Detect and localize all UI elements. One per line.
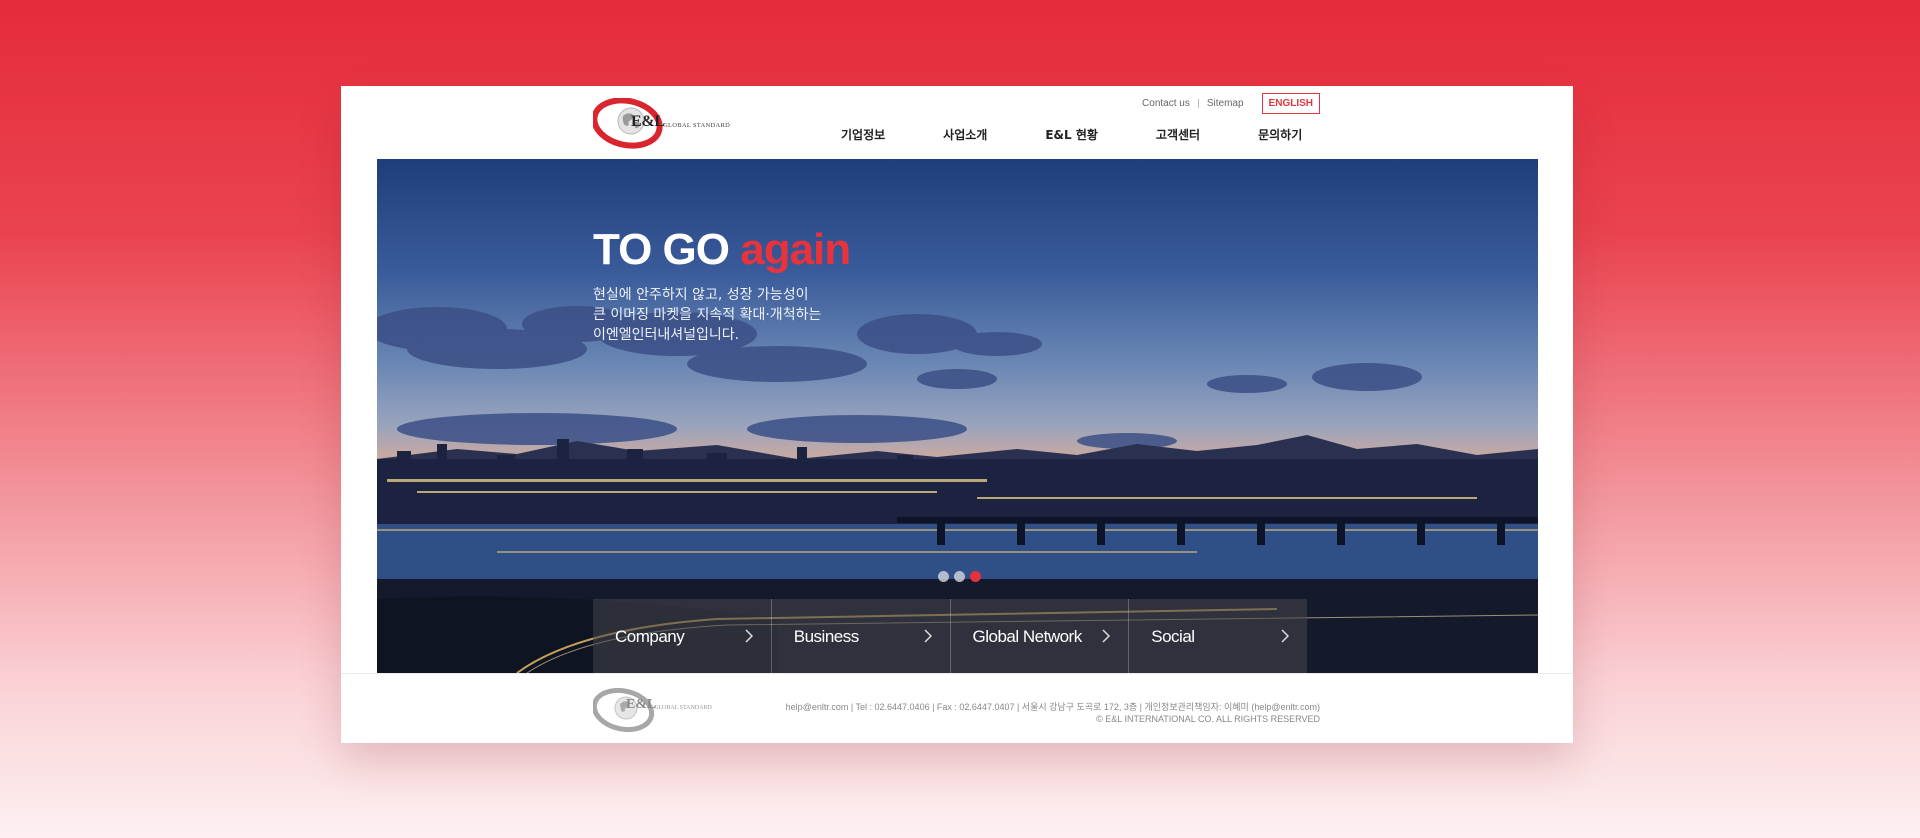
quick-link-label: Social	[1151, 627, 1195, 646]
chevron-right-icon	[923, 629, 932, 643]
quick-link-label: Company	[615, 627, 685, 646]
hero-description-line: 이엔엘인터내셔널입니다.	[593, 327, 740, 343]
nav-company-info[interactable]: 기업정보	[841, 126, 885, 143]
footer-logo-tagline: GLOBAL STANDARD	[654, 705, 712, 711]
quick-link-label: Global Network	[972, 627, 1083, 646]
nav-business[interactable]: 사업소개	[943, 126, 987, 143]
quick-link-label: Business	[793, 627, 859, 646]
hero-banner: TO GO again 현실에 안주하지 않고, 성장 가능성이 큰 이머징 마…	[377, 159, 1538, 673]
quick-link-social[interactable]: Social	[1129, 599, 1307, 673]
chevron-right-icon	[1281, 629, 1289, 643]
quick-link-business[interactable]: Business	[771, 599, 951, 673]
slide-dot-2[interactable]	[954, 571, 965, 582]
quick-link-company[interactable]: Company	[593, 599, 772, 673]
contact-us-link[interactable]: Contact us	[1142, 98, 1190, 109]
language-english-button[interactable]: ENGLISH	[1261, 92, 1320, 114]
hero-title: TO GO again	[593, 225, 851, 275]
city-night-scene-image	[377, 306, 1538, 673]
hero-description-line: 현실에 안주하지 않고, 성장 가능성이	[593, 287, 809, 303]
slide-dot-1[interactable]	[938, 571, 949, 582]
nav-inquiry[interactable]: 문의하기	[1258, 126, 1302, 143]
main-navigation: 기업정보 사업소개 E&L 현황 고객센터 문의하기	[841, 126, 1360, 143]
logo-wordmark: E&L	[631, 113, 665, 130]
sitemap-link[interactable]: Sitemap	[1207, 98, 1244, 109]
quick-link-global-network[interactable]: Global Network	[950, 599, 1130, 673]
footer-contact-line: help@enltr.com | Tel : 02.6447.0406 | Fa…	[785, 702, 1320, 712]
site-logo[interactable]: E&L GLOBAL STANDARD	[593, 98, 731, 150]
website-frame: E&L GLOBAL STANDARD Contact us Sitemap E…	[341, 86, 1573, 743]
nav-customer-center[interactable]: 고객센터	[1156, 126, 1200, 143]
hero-title-accent: again	[740, 225, 851, 274]
footer-logo[interactable]: E&L GLOBAL STANDARD	[593, 688, 715, 734]
slide-pagination	[938, 571, 986, 582]
hero-description: 현실에 안주하지 않고, 성장 가능성이 큰 이머징 마켓을 지속적 확대·개척…	[593, 285, 821, 345]
hero-description-line: 큰 이머징 마켓을 지속적 확대·개척하는	[593, 307, 822, 323]
divider	[1197, 98, 1199, 108]
chevron-right-icon	[745, 629, 753, 643]
utility-nav: Contact us Sitemap ENGLISH	[1142, 92, 1320, 114]
slide-dot-3[interactable]	[970, 571, 981, 582]
nav-status[interactable]: E&L 현황	[1045, 126, 1098, 143]
chevron-right-icon	[1102, 629, 1111, 643]
footer-logo-wordmark: E&L	[626, 697, 657, 712]
quick-links-bar: Company Business Global Network Social	[593, 599, 1307, 673]
site-footer: E&L GLOBAL STANDARD help@enltr.com | Tel…	[341, 673, 1573, 743]
footer-info: help@enltr.com | Tel : 02.6447.0406 | Fa…	[786, 701, 1320, 725]
footer-copyright: © E&L INTERNATIONAL CO. ALL RIGHTS RESER…	[1096, 714, 1320, 724]
logo-tagline: GLOBAL STANDARD	[663, 122, 731, 129]
hero-title-main: TO GO	[593, 225, 741, 274]
